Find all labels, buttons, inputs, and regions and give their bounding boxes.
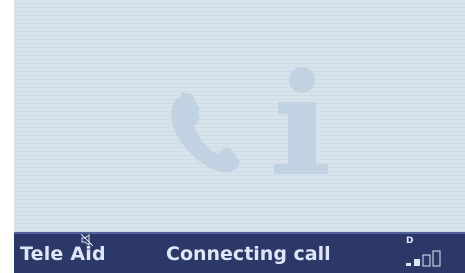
signal-bar <box>422 254 431 267</box>
call-status-text: Connecting call <box>166 243 331 265</box>
info-icon <box>274 67 328 174</box>
signal-bar <box>414 259 420 266</box>
signal-strength-icon <box>406 250 441 267</box>
phone-handset-icon <box>171 92 240 173</box>
signal-bar <box>406 263 411 266</box>
tele-aid-screen: Tele Aid Connecting call D <box>14 0 465 273</box>
signal-bar <box>432 250 441 267</box>
call-info-watermark <box>171 67 328 174</box>
network-indicator: D <box>406 236 414 246</box>
status-bar: Tele Aid Connecting call D <box>14 232 465 273</box>
app-label: Tele Aid <box>20 243 106 265</box>
speaker-mute-icon <box>81 234 93 246</box>
call-display-area <box>14 0 465 232</box>
